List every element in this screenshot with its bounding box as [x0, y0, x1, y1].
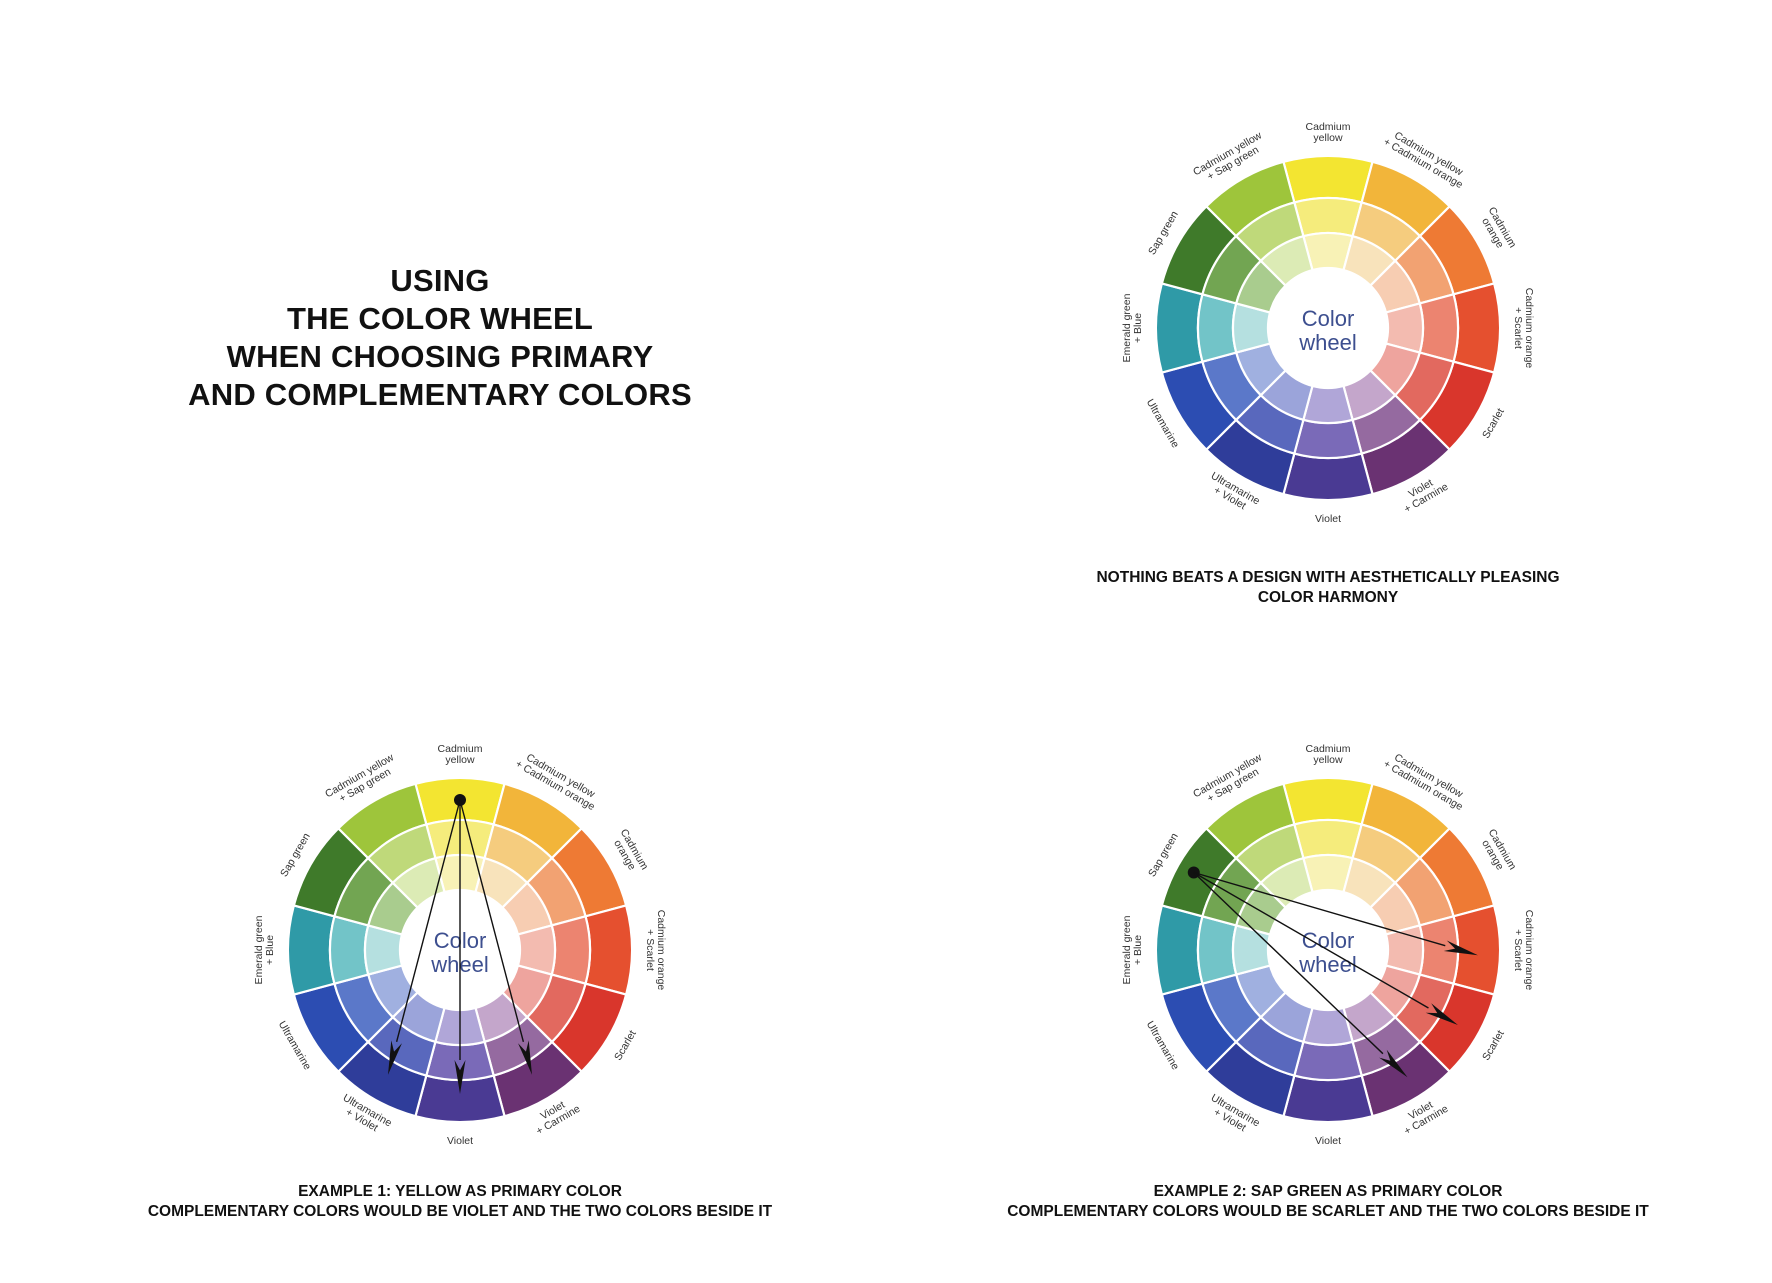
wheel-segment-label: Scarlet: [612, 1028, 639, 1062]
title-line: THE COLOR WHEEL: [286, 301, 594, 336]
wheel-segment-label: Emerald green+ Blue: [1121, 915, 1144, 984]
caption-example-1: EXAMPLE 1: YELLOW AS PRIMARY COLOR COMPL…: [100, 1182, 820, 1222]
wheel-segment-label: Cadmium orange+ Scarlet: [1512, 910, 1535, 991]
page-title: USING THE COLOR WHEEL WHEN CHOOSING PRIM…: [140, 262, 740, 414]
caption-line: COMPLEMENTARY COLORS WOULD BE VIOLET AND…: [147, 1203, 773, 1220]
caption-main: NOTHING BEATS A DESIGN WITH AESTHETICALL…: [1038, 568, 1618, 608]
wheel-segment-label: Cadmium yellow: [1306, 743, 1351, 766]
wheel-center-text: wheel: [1298, 330, 1356, 355]
wheel-segment-label: Cadmium yellow: [438, 743, 483, 766]
title-line: USING: [390, 263, 490, 298]
wheel-segment-label: Cadmium orange+ Scarlet: [644, 910, 667, 991]
wheel-segment-label: Scarlet: [1480, 406, 1507, 440]
wheel-center-text: wheel: [1298, 952, 1356, 977]
caption-line: COLOR HARMONY: [1257, 589, 1399, 606]
caption-line: COMPLEMENTARY COLORS WOULD BE SCARLET AN…: [1007, 1203, 1649, 1220]
wheel-segment-label: Cadmiumorange: [1476, 827, 1519, 878]
wheel-segment-label: Violet: [447, 1135, 473, 1147]
caption-line: NOTHING BEATS A DESIGN WITH AESTHETICALL…: [1096, 569, 1560, 586]
caption-line: EXAMPLE 2: SAP GREEN AS PRIMARY COLOR: [1153, 1183, 1503, 1200]
wheel-center-text: Color: [1302, 306, 1355, 331]
title-line: WHEN CHOOSING PRIMARY: [226, 339, 654, 374]
title-line: AND COMPLEMENTARY COLORS: [188, 377, 692, 412]
color-wheel-example-2: Cadmium yellow Cadmium yellow+ Cadmium ora…: [1118, 740, 1538, 1160]
caption-example-2: EXAMPLE 2: SAP GREEN AS PRIMARY COLOR CO…: [968, 1182, 1688, 1222]
wheel-segment-label: Scarlet: [1480, 1028, 1507, 1062]
wheel-segment-label: Violet: [1315, 513, 1341, 525]
wheel-segment-label: Cadmium orange+ Scarlet: [1512, 288, 1535, 369]
wheel-segment-label: Cadmiumorange: [1476, 205, 1519, 256]
color-wheel-main: Cadmium yellow Cadmium yellow+ Cadmium ora…: [1118, 118, 1538, 538]
wheel-segment-label: Cadmium yellow: [1306, 121, 1351, 144]
wheel-segment-label: Cadmiumorange: [608, 827, 651, 878]
wheel-segment-label: Emerald green+ Blue: [1121, 293, 1144, 362]
color-wheel-example-1: Cadmium yellow Cadmium yellow+ Cadmium ora…: [250, 740, 670, 1160]
wheel-segment-label: Emerald green+ Blue: [253, 915, 276, 984]
wheel-segment-label: Violet: [1315, 1135, 1341, 1147]
caption-line: EXAMPLE 1: YELLOW AS PRIMARY COLOR: [298, 1183, 622, 1200]
